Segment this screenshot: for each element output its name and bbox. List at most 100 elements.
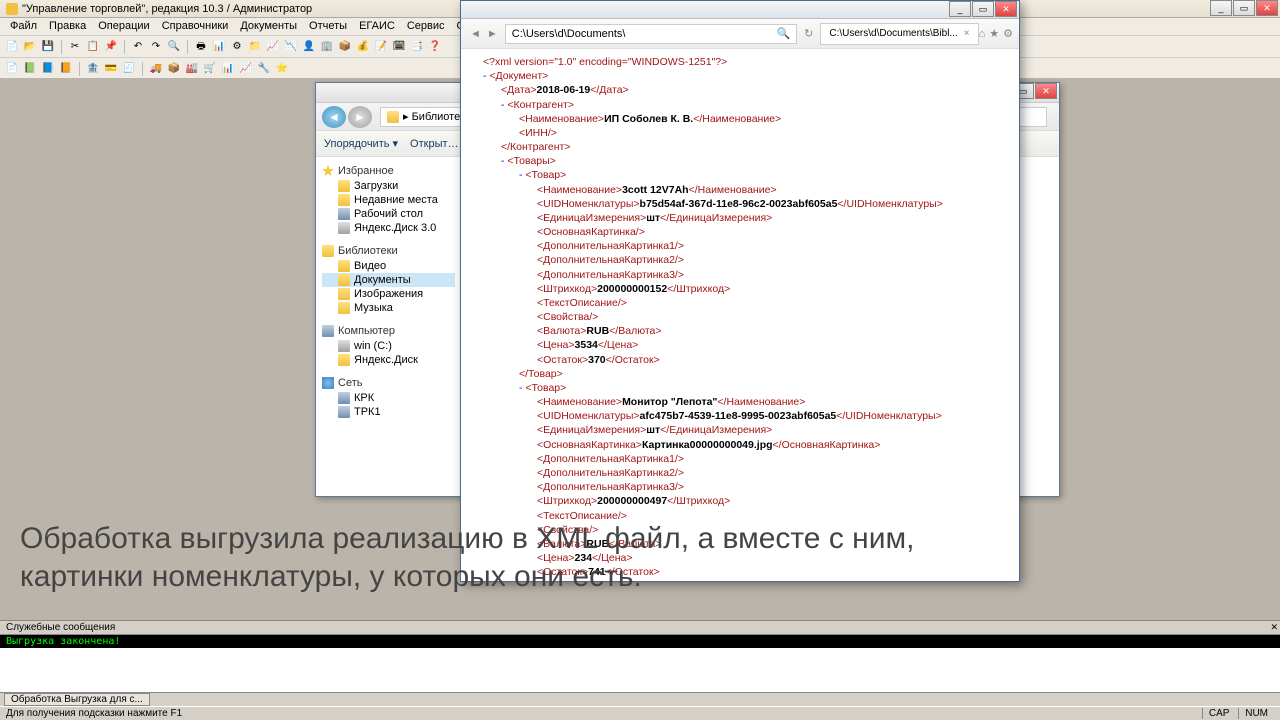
num-indicator: NUM [1238,708,1274,719]
computer-icon [322,325,334,337]
sidebar-item-downloads[interactable]: Загрузки [322,179,455,193]
tb-help-icon[interactable]: ❓ [427,39,443,55]
caption-line-2: картинки номенклатуры, у которых они ест… [20,558,1260,596]
open-button[interactable]: Открыт… [410,138,458,150]
tb-icon[interactable]: 🧾 [121,61,137,77]
menu-documents[interactable]: Документы [234,18,303,35]
close-button[interactable]: ✕ [1035,83,1057,99]
sidebar-favorites-header[interactable]: Избранное [322,165,455,177]
tb-icon[interactable]: 📉 [283,39,299,55]
sidebar-item-images[interactable]: Изображения [322,287,455,301]
settings-icon[interactable]: ⚙ [1003,27,1013,40]
tb-icon[interactable]: 🏦 [85,61,101,77]
close-button[interactable]: ✕ [995,1,1017,17]
tb-icon[interactable]: 📑 [409,39,425,55]
forward-button[interactable]: ► [348,106,372,128]
folder-icon [338,194,350,206]
tb-icon[interactable]: 🛒 [202,61,218,77]
sidebar-item-music[interactable]: Музыка [322,301,455,315]
tb-redo-icon[interactable]: ↷ [148,39,164,55]
tb-icon[interactable]: 📘 [40,61,56,77]
sidebar-computer-header[interactable]: Компьютер [322,325,455,337]
ie-navbar: ◄ ► C:\Users\d\Documents\ 🔍 ↻ C:\Users\d… [461,19,1019,49]
tb-save-icon[interactable]: 💾 [40,39,56,55]
tb-undo-icon[interactable]: ↶ [130,39,146,55]
taskbar-item[interactable]: Обработка Выгрузка для с... [4,693,150,706]
tb-new-icon[interactable]: 📄 [4,39,20,55]
sidebar-item-yadisk-folder[interactable]: Яндекс.Диск [322,353,455,367]
tb-icon[interactable]: 📊 [211,39,227,55]
tb-icon[interactable]: 💳 [103,61,119,77]
tb-icon[interactable]: ⭐ [274,61,290,77]
tb-icon[interactable]: 🏢 [319,39,335,55]
tb-icon[interactable]: 🖶 [193,39,209,55]
back-button[interactable]: ◄ [470,28,481,40]
separator [61,40,62,54]
tb-icon[interactable]: ⚙ [229,39,245,55]
sidebar-item-video[interactable]: Видео [322,259,455,273]
tb-cut-icon[interactable]: ✂ [67,39,83,55]
minimize-button[interactable]: _ [1210,0,1232,16]
menu-egais[interactable]: ЕГАИС [353,18,401,35]
back-button[interactable]: ◄ [322,106,346,128]
ie-titlebar[interactable]: _ ▭ ✕ [461,1,1019,19]
message-done: Выгрузка закончена! [0,635,1280,648]
tb-icon[interactable]: 📙 [58,61,74,77]
status-hint: Для получения подсказки нажмите F1 [6,708,182,719]
tb-paste-icon[interactable]: 📌 [103,39,119,55]
browser-tab[interactable]: C:\Users\d\Documents\Bibl... × [820,23,978,45]
tb-icon[interactable]: 🔧 [256,61,272,77]
folder-icon [338,302,350,314]
cap-indicator: CAP [1202,708,1236,719]
panel-close-icon[interactable]: ✕ [1270,622,1278,633]
menu-reports[interactable]: Отчеты [303,18,353,35]
menu-file[interactable]: Файл [4,18,43,35]
maximize-button[interactable]: ▭ [1233,0,1255,16]
disk-icon [338,222,350,234]
tb-open-icon[interactable]: 📂 [22,39,38,55]
search-icon[interactable]: 🔍 [776,27,790,40]
tb-copy-icon[interactable]: 📋 [85,39,101,55]
menu-catalogs[interactable]: Справочники [156,18,235,35]
minimize-button[interactable]: _ [949,1,971,17]
forward-button[interactable]: ► [487,28,498,40]
tab-close-icon[interactable]: × [964,28,970,39]
sidebar-item-krk[interactable]: КРК [322,391,455,405]
sidebar-network-header[interactable]: Сеть [322,377,455,389]
organize-button[interactable]: Упорядочить ▾ [324,137,398,150]
favorites-icon[interactable]: ★ [989,27,999,40]
tb-icon[interactable]: 📦 [166,61,182,77]
refresh-icon[interactable]: ↻ [804,27,813,40]
sidebar-item-recent[interactable]: Недавние места [322,193,455,207]
messages-header: Служебные сообщения ✕ [0,621,1280,635]
home-icon[interactable]: ⌂ [979,28,986,40]
tb-icon[interactable]: 📈 [238,61,254,77]
tb-icon[interactable]: 📊 [220,61,236,77]
sidebar-libraries-header[interactable]: Библиотеки [322,245,455,257]
tb-icon[interactable]: 📝 [373,39,389,55]
tb-icon[interactable]: 📗 [22,61,38,77]
tb-icon[interactable]: 📁 [247,39,263,55]
tb-icon[interactable]: 📦 [337,39,353,55]
close-button[interactable]: ✕ [1256,0,1278,16]
tb-icon[interactable]: 📄 [4,61,20,77]
maximize-button[interactable]: ▭ [972,1,994,17]
tb-icon[interactable]: 📈 [265,39,281,55]
explorer-sidebar: Избранное Загрузки Недавние места Рабочи… [316,157,461,495]
tb-icon[interactable]: 🗓 [391,39,407,55]
tb-find-icon[interactable]: 🔍 [166,39,182,55]
address-bar[interactable]: C:\Users\d\Documents\ 🔍 [505,24,797,44]
sidebar-item-trk1[interactable]: ТРК1 [322,405,455,419]
sidebar-item-documents[interactable]: Документы [322,273,455,287]
sidebar-item-desktop[interactable]: Рабочий стол [322,207,455,221]
menu-operations[interactable]: Операции [92,18,155,35]
menu-edit[interactable]: Правка [43,18,92,35]
xml-viewer[interactable]: <?xml version="1.0" encoding="WINDOWS-12… [461,49,1019,581]
sidebar-item-c-drive[interactable]: win (C:) [322,339,455,353]
sidebar-item-yadisk[interactable]: Яндекс.Диск 3.0 [322,221,455,235]
tb-icon[interactable]: 🏭 [184,61,200,77]
tb-icon[interactable]: 💰 [355,39,371,55]
tb-icon[interactable]: 🚚 [148,61,164,77]
tb-icon[interactable]: 👤 [301,39,317,55]
menu-service[interactable]: Сервис [401,18,451,35]
